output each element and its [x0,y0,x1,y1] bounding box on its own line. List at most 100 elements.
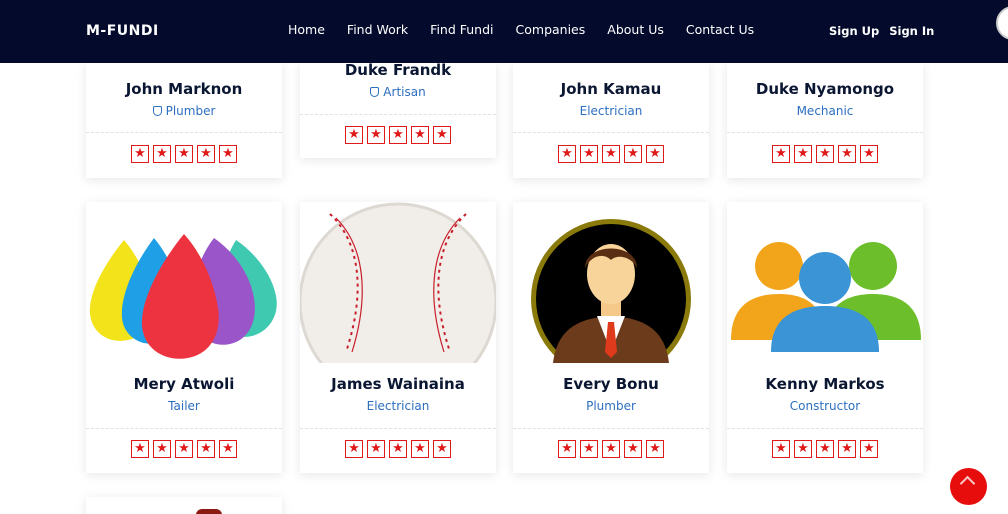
nav-link-find-work[interactable]: Find Work [347,22,408,37]
star-icon: ★ [646,440,664,458]
chevron-up-icon [959,475,976,492]
divider [513,132,709,133]
star-icon: ★ [772,145,790,163]
rating-stars: ★ ★ ★ ★ ★ [513,145,709,163]
fundi-card[interactable]: Every Bonu Plumber ★ ★ ★ ★ ★ [513,202,709,473]
star-icon: ★ [602,145,620,163]
baseball-image [300,202,496,363]
star-icon: ★ [411,126,429,144]
fundi-card[interactable]: Duke Frandk Artisan ★ ★ ★ ★ ★ [300,61,496,158]
star-icon: ★ [580,440,598,458]
nav-link-about-us[interactable]: About Us [607,22,664,37]
star-icon: ★ [580,145,598,163]
verified-shield-icon [152,106,162,116]
rating-stars: ★ ★ ★ ★ ★ [727,145,923,163]
fundi-card[interactable]: James Wainaina Electrician ★ ★ ★ ★ ★ [300,202,496,473]
star-icon: ★ [153,145,171,163]
star-icon: ★ [558,440,576,458]
star-icon: ★ [860,145,878,163]
fundi-role: Constructor [789,399,861,413]
star-icon: ★ [794,145,812,163]
star-icon: ★ [197,440,215,458]
star-icon: ★ [389,440,407,458]
nav-link-contact-us[interactable]: Contact Us [686,22,754,37]
page: M-FUNDI Home Find Work Find Fundi Compan… [0,0,1008,514]
auth-links: Sign Up Sign In [829,24,944,38]
star-icon: ★ [367,126,385,144]
star-icon: ★ [558,145,576,163]
nav-link-companies[interactable]: Companies [516,22,586,37]
fundi-photo [196,509,222,514]
fundi-role: Tailer [168,399,200,413]
star-icon: ★ [646,145,664,163]
star-icon: ★ [175,145,193,163]
star-icon: ★ [131,145,149,163]
fundi-name: John Kamau [560,80,662,98]
fundi-card[interactable]: John Marknon Plumber ★ ★ ★ ★ ★ [86,63,282,178]
fundi-name: John Marknon [125,80,243,98]
fundi-name: Mery Atwoli [133,375,235,393]
fundi-name: James Wainaina [331,375,465,393]
fundi-photo [86,202,282,363]
fundi-role: Artisan [300,85,496,99]
star-icon: ★ [389,126,407,144]
star-icon: ★ [219,440,237,458]
star-icon: ★ [433,126,451,144]
star-icon: ★ [345,440,363,458]
star-icon: ★ [624,145,642,163]
star-icon: ★ [602,440,620,458]
star-icon: ★ [816,145,834,163]
back-to-top-button[interactable] [950,468,987,505]
fundi-card[interactable]: Mery Atwoli Tailer ★ ★ ★ ★ ★ [86,202,282,473]
fundi-photo [513,202,709,363]
fundi-card[interactable]: Kenny Markos Constructor ★ ★ ★ ★ ★ [727,202,923,473]
rating-stars: ★ ★ ★ ★ ★ [300,126,496,144]
divider [300,428,496,429]
fundi-role: Mechanic [796,104,854,118]
star-icon: ★ [838,440,856,458]
star-icon: ★ [345,126,363,144]
fundi-name: Duke Frandk [344,61,452,79]
star-icon: ★ [816,440,834,458]
rating-stars: ★ ★ ★ ★ ★ [86,440,282,458]
brand-logo[interactable]: M-FUNDI [86,23,159,39]
star-icon: ★ [131,440,149,458]
user-avatar[interactable] [996,6,1008,40]
fundi-card[interactable]: John Kamau Electrician ★ ★ ★ ★ ★ [513,63,709,178]
star-icon: ★ [153,440,171,458]
fundi-role-label: Artisan [383,85,426,99]
star-icon: ★ [772,440,790,458]
fundi-photo [727,202,923,363]
divider [86,132,282,133]
fundi-card[interactable]: Duke Nyamongo Mechanic ★ ★ ★ ★ ★ [727,63,923,178]
signup-link[interactable]: Sign Up [829,24,879,38]
rating-stars: ★ ★ ★ ★ ★ [727,440,923,458]
fundi-name: Kenny Markos [765,375,885,393]
star-icon: ★ [411,440,429,458]
nav-link-find-fundi[interactable]: Find Fundi [430,22,493,37]
star-icon: ★ [433,440,451,458]
fundi-card[interactable] [86,497,282,514]
fundi-name: Duke Nyamongo [755,80,895,98]
makeup-sponges-image [86,202,282,363]
star-icon: ★ [860,440,878,458]
fundi-role: Electrician [579,104,643,118]
navbar: M-FUNDI Home Find Work Find Fundi Compan… [0,0,1008,63]
rating-stars: ★ ★ ★ ★ ★ [300,440,496,458]
star-icon: ★ [367,440,385,458]
fundi-photo [300,202,496,363]
divider [727,428,923,429]
star-icon: ★ [219,145,237,163]
fundi-name: Every Bonu [563,375,659,393]
verified-shield-icon [370,87,380,97]
rating-stars: ★ ★ ★ ★ ★ [86,145,282,163]
fundi-role: Plumber [586,399,636,413]
nav-link-home[interactable]: Home [288,22,325,37]
divider [86,428,282,429]
fundi-role-label: Plumber [165,104,216,118]
nav-links: Home Find Work Find Fundi Companies Abou… [288,22,776,37]
signin-link[interactable]: Sign In [889,24,934,38]
divider [300,114,496,115]
rating-stars: ★ ★ ★ ★ ★ [513,440,709,458]
star-icon: ★ [794,440,812,458]
